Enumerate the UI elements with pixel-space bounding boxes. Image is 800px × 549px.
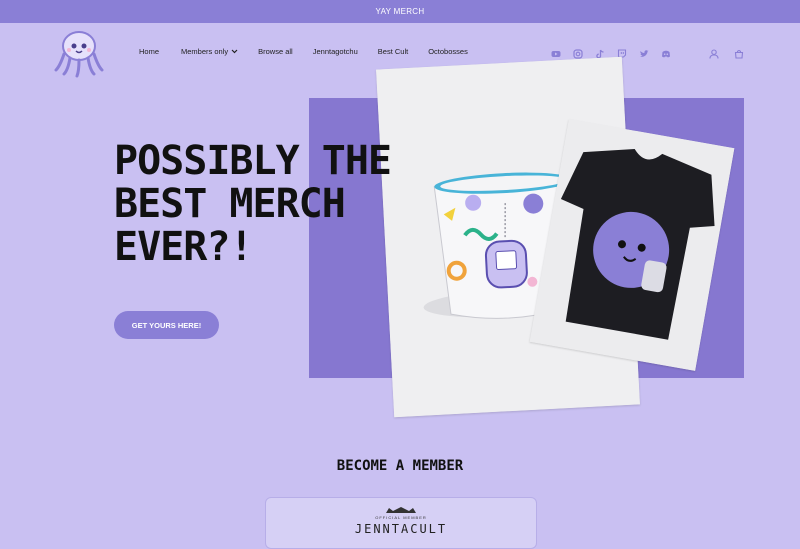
hero-headline-line-1: POSSIBLY THE	[114, 138, 392, 184]
announcement-bar: YAY MERCH	[0, 0, 800, 23]
twitch-icon[interactable]	[617, 46, 627, 60]
announcement-text: YAY MERCH	[375, 7, 425, 16]
nav-octobosses[interactable]: Octobosses	[428, 47, 468, 56]
nav-home-label: Home	[139, 47, 160, 56]
main-nav: Home Members only Browse all Jenntagotch…	[139, 47, 468, 56]
account-icon[interactable]	[709, 46, 719, 59]
header-utilities	[709, 46, 744, 59]
member-badge-title: JENNTACULT	[354, 522, 448, 536]
member-card[interactable]: OFFICIAL MEMBER JENNTACULT	[265, 497, 537, 549]
hero-headline-line-3: EVER?!	[114, 224, 253, 270]
octopus-logo[interactable]	[52, 26, 106, 80]
nav-jenntagotchu-label: Jenntagotchu	[312, 47, 358, 56]
nav-members-only-label: Members only	[181, 47, 229, 56]
nav-best-cult-label: Best Cult	[377, 47, 409, 56]
chevron-down-icon	[231, 49, 238, 54]
become-member-title: BECOME A MEMBER	[336, 458, 464, 474]
instagram-icon[interactable]	[573, 46, 583, 59]
crown-icon	[386, 507, 416, 513]
nav-best-cult[interactable]: Best Cult	[378, 47, 408, 56]
hero-headline: POSSIBLY THE BEST MERCH EVER?!	[114, 140, 454, 269]
nav-jenntagotchu[interactable]: Jenntagotchu	[313, 47, 358, 56]
cart-icon[interactable]	[734, 46, 744, 59]
get-yours-button[interactable]: GET YOURS HERE!	[114, 311, 219, 339]
nav-octobosses-label: Octobosses	[428, 47, 468, 56]
nav-home[interactable]: Home	[139, 47, 159, 56]
twitter-icon[interactable]	[639, 46, 649, 57]
youtube-icon[interactable]	[551, 46, 561, 57]
nav-browse-all[interactable]: Browse all	[258, 47, 293, 56]
hero-headline-line-2: BEST MERCH	[114, 181, 346, 227]
discord-icon[interactable]	[661, 46, 671, 58]
nav-browse-all-label: Browse all	[258, 47, 293, 56]
social-links	[551, 46, 671, 60]
tiktok-icon[interactable]	[595, 46, 605, 59]
nav-members-only[interactable]: Members only	[181, 47, 238, 56]
member-badge-subtitle: OFFICIAL MEMBER	[375, 515, 427, 520]
